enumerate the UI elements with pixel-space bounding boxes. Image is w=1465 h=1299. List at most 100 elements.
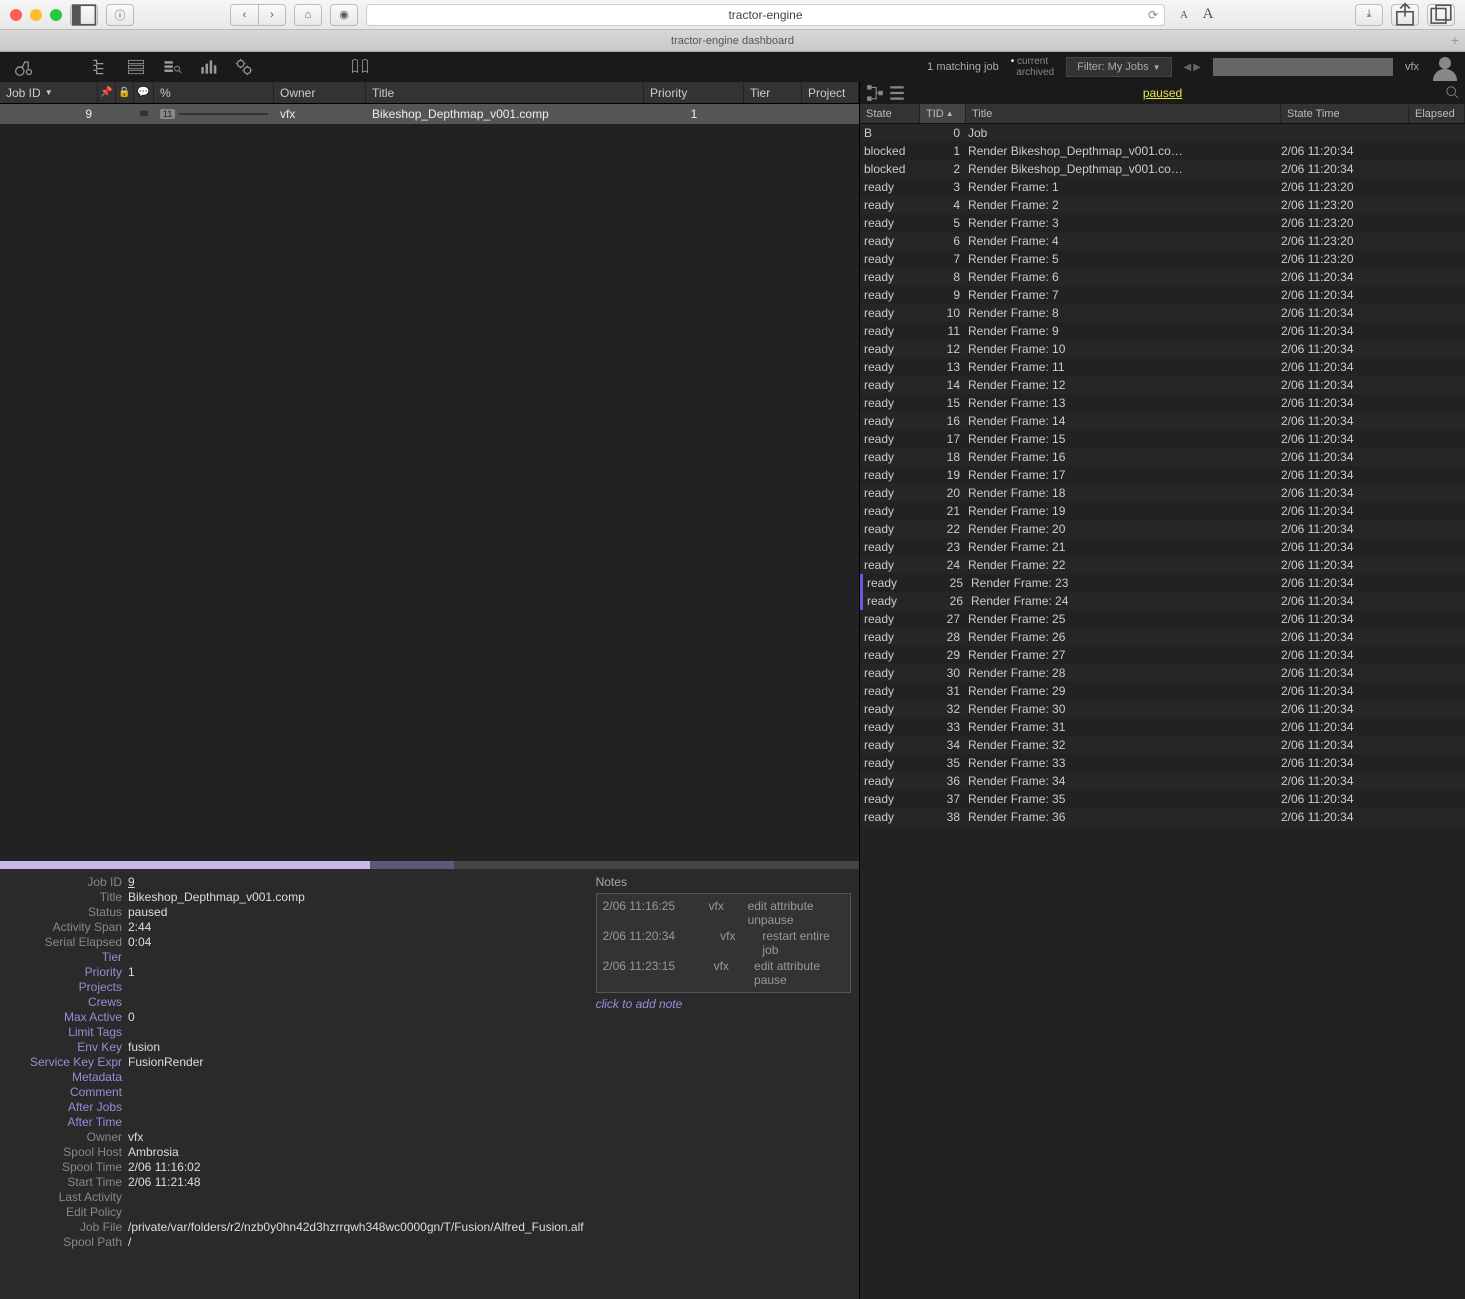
jobs-view-icon[interactable] xyxy=(82,52,118,82)
col-owner[interactable]: Owner xyxy=(274,82,366,103)
col-comment-icon[interactable]: 💬 xyxy=(134,82,154,103)
task-row[interactable]: ready24Render Frame: 222/06 11:20:34 xyxy=(860,556,1465,574)
search-view-icon[interactable] xyxy=(154,52,190,82)
sidebar-toggle-button[interactable] xyxy=(70,4,98,26)
task-row[interactable]: ready21Render Frame: 192/06 11:20:34 xyxy=(860,502,1465,520)
filter-dropdown[interactable]: Filter: My Jobs▼ xyxy=(1066,57,1171,77)
detail-label: Crews xyxy=(8,995,122,1009)
task-row[interactable]: ready16Render Frame: 142/06 11:20:34 xyxy=(860,412,1465,430)
close-window-button[interactable] xyxy=(10,9,22,21)
docs-icon[interactable] xyxy=(342,52,378,82)
task-row[interactable]: ready3Render Frame: 12/06 11:23:20 xyxy=(860,178,1465,196)
task-row[interactable]: ready38Render Frame: 362/06 11:20:34 xyxy=(860,808,1465,826)
filter-next-button[interactable]: ▶ xyxy=(1193,62,1201,73)
col-pin-icon[interactable]: 📌 xyxy=(98,82,116,103)
top-sites-button[interactable]: ◉ xyxy=(330,4,358,26)
task-panel-toolbar: paused xyxy=(860,82,1465,104)
archive-toggle[interactable]: • current archived xyxy=(1011,56,1054,78)
detail-label: Title xyxy=(8,890,122,904)
user-menu-icon[interactable] xyxy=(1431,53,1459,81)
url-bar[interactable]: tractor-engine ⟳ xyxy=(366,4,1165,26)
task-row[interactable]: ready34Render Frame: 322/06 11:20:34 xyxy=(860,736,1465,754)
blades-view-icon[interactable] xyxy=(118,52,154,82)
task-row[interactable]: ready26Render Frame: 242/06 11:20:34 xyxy=(860,592,1465,610)
col-percent[interactable]: % xyxy=(154,82,274,103)
col-project[interactable]: Project xyxy=(802,82,859,103)
task-row[interactable]: ready33Render Frame: 312/06 11:20:34 xyxy=(860,718,1465,736)
task-row[interactable]: ready17Render Frame: 152/06 11:20:34 xyxy=(860,430,1465,448)
paused-status[interactable]: paused xyxy=(1143,86,1182,100)
tabs-button[interactable] xyxy=(1427,4,1455,26)
task-row[interactable]: ready8Render Frame: 62/06 11:20:34 xyxy=(860,268,1465,286)
maximize-window-button[interactable] xyxy=(50,9,62,21)
search-input[interactable] xyxy=(1213,58,1393,76)
detail-label: Tier xyxy=(8,950,122,964)
task-row[interactable]: ready6Render Frame: 42/06 11:23:20 xyxy=(860,232,1465,250)
task-row[interactable]: ready23Render Frame: 212/06 11:20:34 xyxy=(860,538,1465,556)
detail-value xyxy=(128,1190,584,1204)
task-row[interactable]: ready18Render Frame: 162/06 11:20:34 xyxy=(860,448,1465,466)
task-row[interactable]: ready12Render Frame: 102/06 11:20:34 xyxy=(860,340,1465,358)
col-jobid[interactable]: Job ID ▼ xyxy=(0,82,98,103)
task-row[interactable]: ready27Render Frame: 252/06 11:20:34 xyxy=(860,610,1465,628)
task-row[interactable]: ready13Render Frame: 112/06 11:20:34 xyxy=(860,358,1465,376)
task-row[interactable]: ready4Render Frame: 22/06 11:23:20 xyxy=(860,196,1465,214)
font-smaller-button[interactable]: A xyxy=(1173,4,1195,26)
font-larger-button[interactable]: A xyxy=(1197,4,1219,26)
col-elapsed[interactable]: Elapsed xyxy=(1409,104,1465,123)
list-view-icon[interactable] xyxy=(888,84,906,102)
col-state[interactable]: State xyxy=(860,104,920,123)
col-tier[interactable]: Tier xyxy=(744,82,802,103)
col-priority[interactable]: Priority xyxy=(644,82,744,103)
detail-label: After Jobs xyxy=(8,1100,122,1114)
task-row[interactable]: ready14Render Frame: 122/06 11:20:34 xyxy=(860,376,1465,394)
task-row[interactable]: ready15Render Frame: 132/06 11:20:34 xyxy=(860,394,1465,412)
task-row[interactable]: ready22Render Frame: 202/06 11:20:34 xyxy=(860,520,1465,538)
tractor-logo-icon[interactable] xyxy=(6,52,42,82)
task-row[interactable]: ready37Render Frame: 352/06 11:20:34 xyxy=(860,790,1465,808)
task-row[interactable]: blocked2Render Bikeshop_Depthmap_v001.co… xyxy=(860,160,1465,178)
stats-view-icon[interactable] xyxy=(190,52,226,82)
col-task-title[interactable]: Title xyxy=(966,104,1281,123)
downloads-button[interactable]: ⤓ xyxy=(1355,4,1383,26)
task-search-icon[interactable] xyxy=(1445,85,1459,102)
filter-prev-button[interactable]: ◀ xyxy=(1184,62,1192,73)
col-tid[interactable]: TID ▲ xyxy=(920,104,966,123)
task-row[interactable]: ready36Render Frame: 342/06 11:20:34 xyxy=(860,772,1465,790)
back-button[interactable]: ‹ xyxy=(230,4,258,26)
task-row[interactable]: ready10Render Frame: 82/06 11:20:34 xyxy=(860,304,1465,322)
share-button[interactable] xyxy=(1391,4,1419,26)
task-row[interactable]: ready25Render Frame: 232/06 11:20:34 xyxy=(860,574,1465,592)
task-row[interactable]: B0Job xyxy=(860,124,1465,142)
task-row[interactable]: ready7Render Frame: 52/06 11:23:20 xyxy=(860,250,1465,268)
new-tab-button[interactable]: + xyxy=(1451,32,1459,48)
task-row[interactable]: ready19Render Frame: 172/06 11:20:34 xyxy=(860,466,1465,484)
task-row[interactable]: ready31Render Frame: 292/06 11:20:34 xyxy=(860,682,1465,700)
col-state-time[interactable]: State Time xyxy=(1281,104,1409,123)
task-row[interactable]: ready11Render Frame: 92/06 11:20:34 xyxy=(860,322,1465,340)
task-row[interactable]: ready29Render Frame: 272/06 11:20:34 xyxy=(860,646,1465,664)
job-row[interactable]: 9 11 vfx Bikeshop_Depthmap_v001.comp 1 xyxy=(0,104,859,124)
progress-bar xyxy=(179,113,268,115)
col-lock-icon[interactable]: 🔒 xyxy=(116,82,134,103)
info-button[interactable]: ⓘ xyxy=(106,4,134,26)
refresh-icon[interactable]: ⟳ xyxy=(1148,8,1158,22)
task-row[interactable]: ready28Render Frame: 262/06 11:20:34 xyxy=(860,628,1465,646)
task-row[interactable]: ready20Render Frame: 182/06 11:20:34 xyxy=(860,484,1465,502)
task-row[interactable]: ready5Render Frame: 32/06 11:23:20 xyxy=(860,214,1465,232)
tab-title[interactable]: tractor-engine dashboard xyxy=(671,35,794,47)
col-title[interactable]: Title xyxy=(366,82,644,103)
settings-icon[interactable] xyxy=(226,52,262,82)
task-row[interactable]: ready9Render Frame: 72/06 11:20:34 xyxy=(860,286,1465,304)
add-note-link[interactable]: click to add note xyxy=(596,997,851,1011)
minimize-window-button[interactable] xyxy=(30,9,42,21)
home-button[interactable]: ⌂ xyxy=(294,4,322,26)
user-label: vfx xyxy=(1405,61,1419,73)
forward-button[interactable]: › xyxy=(258,4,286,26)
task-row[interactable]: blocked1Render Bikeshop_Depthmap_v001.co… xyxy=(860,142,1465,160)
task-row[interactable]: ready32Render Frame: 302/06 11:20:34 xyxy=(860,700,1465,718)
task-row[interactable]: ready35Render Frame: 332/06 11:20:34 xyxy=(860,754,1465,772)
task-row[interactable]: ready30Render Frame: 282/06 11:20:34 xyxy=(860,664,1465,682)
tree-view-icon[interactable] xyxy=(866,84,884,102)
browser-toolbar: ⓘ ‹ › ⌂ ◉ tractor-engine ⟳ A A ⤓ xyxy=(0,0,1465,30)
